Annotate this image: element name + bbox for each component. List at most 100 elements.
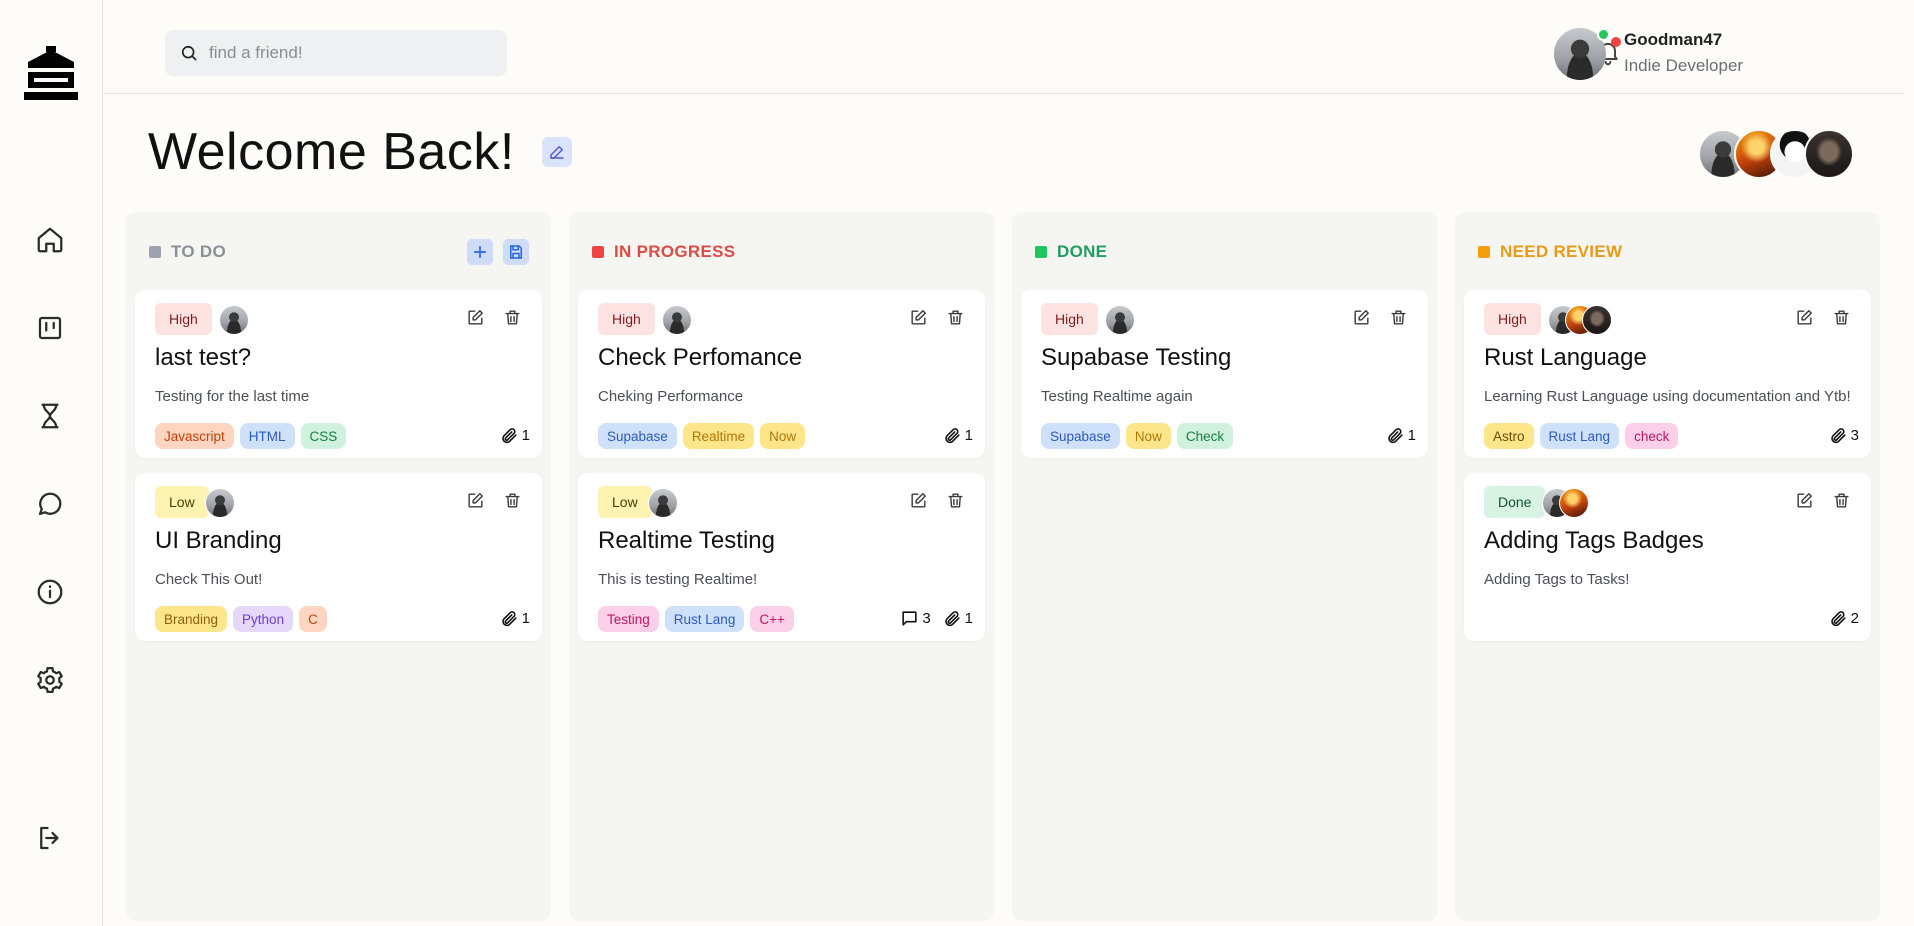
- delete-task-icon[interactable]: [503, 308, 522, 327]
- delete-task-icon[interactable]: [1832, 491, 1851, 510]
- column-done: DONE High Supabase Testing Testing Realt…: [1012, 212, 1437, 921]
- comment-icon: [900, 609, 919, 628]
- info-icon[interactable]: [34, 576, 66, 608]
- task-title: Rust Language: [1484, 344, 1647, 371]
- task-title: Realtime Testing: [598, 527, 775, 554]
- tag-badge: Rust Lang: [664, 606, 745, 632]
- edit-task-icon[interactable]: [909, 491, 928, 510]
- assignee-avatar[interactable]: [219, 305, 249, 335]
- assignee-avatar[interactable]: [1105, 305, 1135, 335]
- assignee-avatar[interactable]: [648, 488, 678, 518]
- task-card[interactable]: High last test? Testing for the last tim…: [135, 290, 542, 458]
- task-description: Testing Realtime again: [1041, 388, 1193, 405]
- delete-task-icon[interactable]: [1832, 308, 1851, 327]
- attachment-count[interactable]: 1: [1386, 426, 1416, 445]
- attachment-count[interactable]: 1: [943, 426, 973, 445]
- task-card[interactable]: High Supabase Testing Testing Realtime a…: [1021, 290, 1428, 458]
- task-card[interactable]: High Rust Language Learning Rust Languag…: [1464, 290, 1871, 458]
- task-card[interactable]: High Check Perfomance Cheking Performanc…: [578, 290, 985, 458]
- tag-badge: check: [1625, 423, 1679, 449]
- tag-badge: C++: [750, 606, 794, 632]
- task-meta: 1: [943, 426, 973, 445]
- edit-task-icon[interactable]: [909, 308, 928, 327]
- comment-count[interactable]: 3: [900, 609, 931, 628]
- delete-task-icon[interactable]: [946, 308, 965, 327]
- priority-badge: Low: [598, 486, 652, 518]
- logout-icon[interactable]: [34, 822, 66, 854]
- task-description: Learning Rust Language using documentati…: [1484, 388, 1851, 405]
- attachment-count[interactable]: 1: [500, 609, 530, 628]
- attachment-count[interactable]: 2: [1829, 609, 1859, 628]
- column-need-review: NEED REVIEW High Rust Language Learning …: [1455, 212, 1880, 921]
- search-input[interactable]: [209, 43, 489, 63]
- paperclip-icon: [943, 609, 962, 628]
- save-button[interactable]: [503, 239, 529, 265]
- edit-task-icon[interactable]: [1795, 491, 1814, 510]
- priority-badge: Done: [1484, 486, 1546, 518]
- save-icon: [507, 243, 525, 261]
- search-box[interactable]: [165, 30, 507, 76]
- home-icon[interactable]: [34, 224, 66, 256]
- team-avatars[interactable]: [1698, 129, 1858, 179]
- assignee-avatar[interactable]: [1559, 488, 1589, 518]
- priority-badge: High: [1041, 303, 1098, 335]
- tag-badge: CSS: [300, 423, 347, 449]
- tag-badge: Python: [233, 606, 294, 632]
- column-header: DONE: [1035, 242, 1107, 262]
- tag-badge: HTML: [239, 423, 295, 449]
- gear-icon[interactable]: [34, 664, 66, 696]
- task-card[interactable]: Low UI Branding Check This Out! Branding…: [135, 473, 542, 641]
- edit-task-icon[interactable]: [466, 491, 485, 510]
- delete-task-icon[interactable]: [946, 491, 965, 510]
- chat-icon[interactable]: [34, 488, 66, 520]
- edit-title-button[interactable]: [542, 137, 572, 167]
- attachment-count-value: 1: [964, 427, 973, 444]
- user-name: Goodman47: [1624, 30, 1723, 49]
- tag-badge: Rust Lang: [1539, 423, 1620, 449]
- priority-badge: High: [1484, 303, 1541, 335]
- assignee-avatar[interactable]: [1582, 305, 1612, 335]
- assignee-avatar[interactable]: [205, 488, 235, 518]
- column-title: DONE: [1057, 242, 1108, 261]
- edit-task-icon[interactable]: [466, 308, 485, 327]
- tag-badge: Branding: [155, 606, 228, 632]
- hourglass-icon[interactable]: [34, 400, 66, 432]
- tag-badge: Astro: [1484, 423, 1534, 449]
- edit-task-icon[interactable]: [1795, 308, 1814, 327]
- pencil-icon: [550, 146, 564, 159]
- attachment-count[interactable]: 1: [500, 426, 530, 445]
- page-title: Welcome Back!: [148, 123, 515, 181]
- task-title: Supabase Testing: [1041, 344, 1232, 371]
- tag-badge: Now: [760, 423, 806, 449]
- tag-badge: Testing: [598, 606, 659, 632]
- app-logo[interactable]: [24, 46, 78, 100]
- task-title: UI Branding: [155, 527, 282, 554]
- online-status-dot: [1597, 28, 1610, 41]
- task-card[interactable]: Done Adding Tags Badges Adding Tags to T…: [1464, 473, 1871, 641]
- assignee-avatar[interactable]: [662, 305, 692, 335]
- paperclip-icon: [1386, 426, 1405, 445]
- task-description: Adding Tags to Tasks!: [1484, 571, 1630, 588]
- column-color-dot: [1035, 246, 1047, 258]
- attachment-count[interactable]: 1: [943, 609, 973, 628]
- kanban-board-icon[interactable]: [34, 312, 66, 344]
- user-avatar[interactable]: [1554, 28, 1610, 80]
- column-color-dot: [149, 246, 161, 258]
- tag-list: Supabase Now Check: [1041, 423, 1234, 449]
- avatar[interactable]: [1804, 129, 1854, 179]
- attachment-count-value: 1: [521, 610, 530, 627]
- column-color-dot: [592, 246, 604, 258]
- attachment-count[interactable]: 3: [1829, 426, 1859, 445]
- column-header: TO DO: [149, 242, 226, 262]
- task-card[interactable]: Low Realtime Testing This is testing Rea…: [578, 473, 985, 641]
- tag-list: Branding Python C: [155, 606, 327, 632]
- delete-task-icon[interactable]: [1389, 308, 1408, 327]
- task-title: last test?: [155, 344, 252, 371]
- add-task-button[interactable]: [467, 239, 493, 265]
- delete-task-icon[interactable]: [503, 491, 522, 510]
- edit-task-icon[interactable]: [1352, 308, 1371, 327]
- tag-badge: Supabase: [1041, 423, 1120, 449]
- sidebar: [0, 0, 103, 926]
- attachment-count-value: 2: [1850, 610, 1859, 627]
- task-title: Adding Tags Badges: [1484, 527, 1704, 554]
